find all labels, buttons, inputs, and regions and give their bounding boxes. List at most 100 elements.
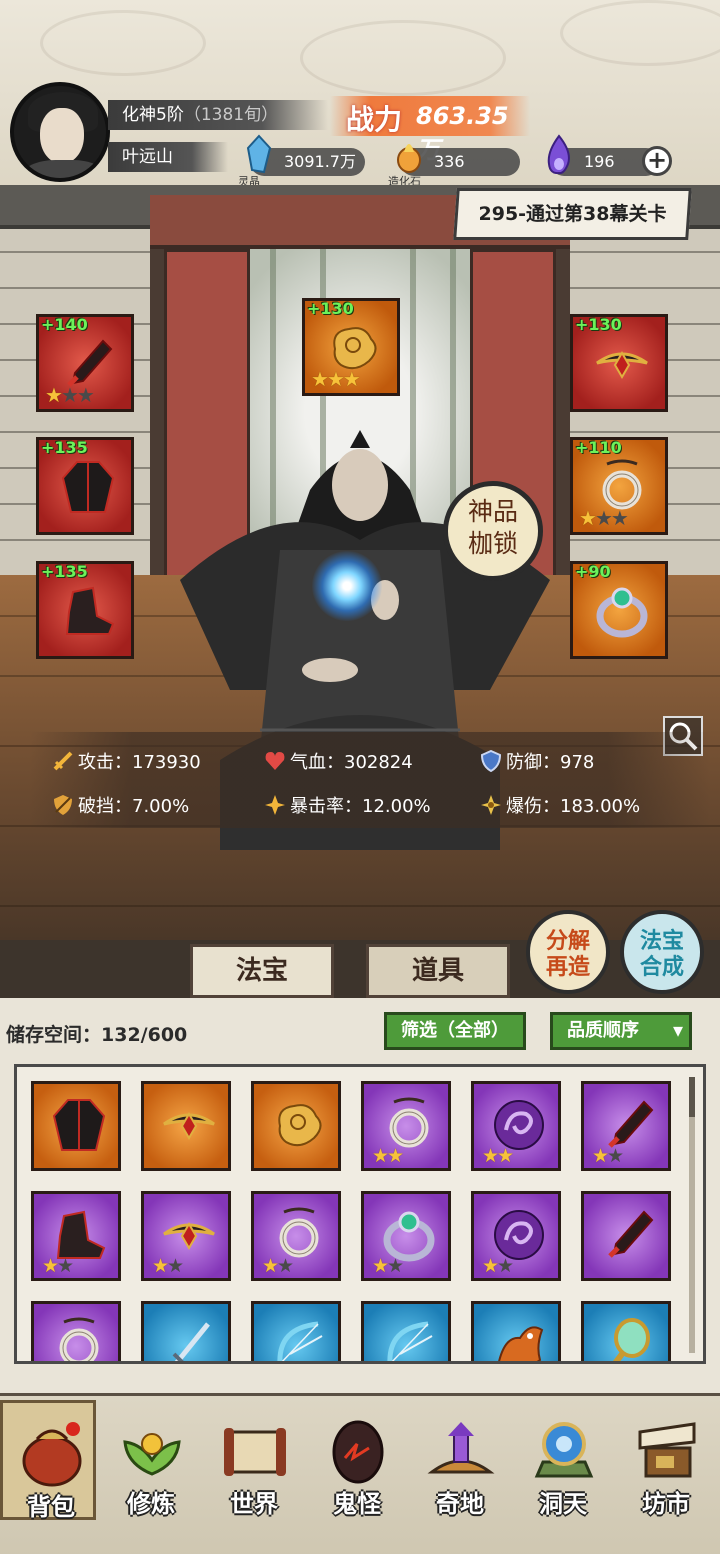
boots-icon [65, 586, 115, 635]
synthesize-label-line1: 法宝 [639, 928, 684, 954]
crit-damage-icon [481, 795, 501, 815]
scrollbar-thumb[interactable] [689, 1077, 695, 1117]
stat-label: 爆伤： [506, 796, 560, 817]
nav-item-pagoda[interactable]: 奇地 [412, 1400, 508, 1520]
stat-label: 攻击： [78, 752, 132, 773]
star-rating: ★★ [482, 1146, 514, 1166]
equip-slot-boots[interactable]: +135 [36, 561, 134, 659]
inventory-item[interactable]: ★★ [361, 1081, 451, 1171]
inventory-scrollbar[interactable] [689, 1077, 695, 1353]
inventory-item[interactable] [581, 1191, 671, 1281]
bow-icon [277, 1321, 323, 1361]
purple-flame-icon [547, 134, 570, 174]
inventory-item[interactable]: ★★ [251, 1191, 341, 1281]
star-icon: ★ [387, 1255, 404, 1277]
inventory-item[interactable] [141, 1301, 231, 1361]
shackle-label-line2: 枷锁 [467, 529, 518, 558]
shield-break-icon [54, 795, 72, 815]
sort-label: 品质顺序 [567, 1020, 639, 1041]
star-icon: ★ [76, 383, 95, 407]
headband-icon [596, 351, 648, 379]
combat-power: 战力 863.35万 [330, 96, 530, 164]
quest-text: 295-通过第38幕关卡 [478, 203, 667, 225]
equip-slot-headband[interactable]: +130 [570, 314, 668, 412]
resource-value: 336 [434, 152, 465, 171]
inventory-item[interactable] [361, 1301, 451, 1361]
inventory-item[interactable] [31, 1301, 121, 1361]
nav-item-scroll-map[interactable]: 世界 [206, 1400, 302, 1520]
shackle-label-line1: 神品 [467, 497, 518, 526]
stat-label: 防御： [506, 752, 560, 773]
inventory-item[interactable] [471, 1301, 561, 1361]
star-icon: ★ [277, 1255, 294, 1277]
inventory-item[interactable] [141, 1081, 231, 1171]
equip-slot-pendant[interactable]: +110 ★★★ [570, 437, 668, 535]
inventory-item[interactable]: ★★ [471, 1081, 561, 1171]
market-stall-icon [638, 1422, 696, 1478]
nav-item-market-stall[interactable]: 坊市 [618, 1400, 714, 1520]
divine-shackle-button[interactable]: 神品 枷锁 [443, 481, 543, 581]
inventory-item[interactable] [31, 1081, 121, 1171]
mirror-icon [613, 1318, 650, 1361]
player-avatar[interactable] [10, 82, 110, 182]
sword-icon [172, 1322, 210, 1361]
equip-slot-ring[interactable]: +90 [570, 561, 668, 659]
nav-item-lotus[interactable]: 修炼 [103, 1400, 199, 1520]
sort-dropdown[interactable]: 品质顺序 ▾ [550, 1012, 692, 1050]
equip-slot-talisman[interactable]: +130 ★★★ [302, 298, 400, 396]
stat-value: 173930 [132, 752, 201, 773]
bag-icon [22, 1422, 82, 1487]
stat-value: 302824 [344, 752, 413, 773]
star-rating: ★★ [262, 1255, 294, 1277]
star-icon: ★ [262, 1255, 279, 1277]
nav-label: 坊市 [642, 1489, 690, 1518]
inventory-grid[interactable]: ★★ ★★ ★★ ★★ ★★ ★★ ★★ ★★ [14, 1064, 706, 1364]
inventory-item[interactable]: ★★ [471, 1191, 561, 1281]
inventory-item[interactable] [251, 1081, 341, 1171]
star-icon: ★ [387, 1145, 404, 1167]
resource-creation-stone: 造化石 336 [388, 144, 520, 188]
storage-value: 132/600 [101, 1024, 188, 1046]
inventory-item[interactable]: ★★ [581, 1081, 671, 1171]
star-rating: ★★ [592, 1146, 624, 1166]
decompose-label-line1: 分解 [545, 928, 590, 954]
stat-defense: 防御：978 [480, 748, 594, 774]
chevron-down-icon: ▾ [672, 1018, 683, 1042]
stat-value: 978 [560, 752, 595, 773]
nav-item-portal[interactable]: 洞天 [515, 1400, 611, 1520]
inventory-item[interactable]: ★★ [141, 1191, 231, 1281]
star-icon: ★ [372, 1145, 389, 1167]
inventory-item[interactable] [251, 1301, 341, 1361]
nav-item-demon-egg[interactable]: 鬼怪 [309, 1400, 405, 1520]
filter-button[interactable]: 筛选（全部） [384, 1012, 526, 1050]
star-icon: ★ [610, 506, 629, 530]
decompose-button[interactable]: 分解 再造 [526, 910, 610, 994]
star-icon: ★ [152, 1255, 169, 1277]
star-icon: ★ [57, 1255, 74, 1277]
nav-item-bag[interactable]: 背包 [0, 1400, 96, 1521]
stat-crit-rate: 暴击率：12.00% [264, 792, 431, 818]
tab-daoju[interactable]: 道具 [366, 944, 510, 998]
tab-fabao[interactable]: 法宝 [190, 944, 334, 998]
inventory-item[interactable]: ★★ [361, 1191, 451, 1281]
equip-slot-armor[interactable]: +135 [36, 437, 134, 535]
quest-banner[interactable]: 295-通过第38幕关卡 [453, 188, 692, 240]
equip-slot-weapon[interactable]: +140 ★★★ [36, 314, 134, 412]
add-resource-button[interactable]: + [642, 146, 672, 176]
stat-crit-damage: 爆伤：183.00% [480, 792, 640, 818]
cloud-decoration [560, 0, 720, 66]
star-icon: ★ [167, 1255, 184, 1277]
star-rating: ★★ [482, 1256, 514, 1276]
robe-icon [61, 461, 115, 513]
synthesize-button[interactable]: 法宝 合成 [620, 910, 704, 994]
nav-label: 修炼 [127, 1489, 175, 1518]
demon-egg-icon [332, 1420, 384, 1484]
storage-capacity: 储存空间：132/600 [6, 1020, 187, 1047]
inventory-item[interactable] [581, 1301, 671, 1361]
enhance-level: +135 [41, 438, 88, 457]
headband-icon [163, 1112, 215, 1140]
fire-beast-icon [498, 1326, 544, 1361]
star-icon: ★ [60, 383, 79, 407]
inventory-item[interactable]: ★★ [31, 1191, 121, 1281]
cultivation-rank: 化神5阶（1381旬） [108, 100, 328, 130]
